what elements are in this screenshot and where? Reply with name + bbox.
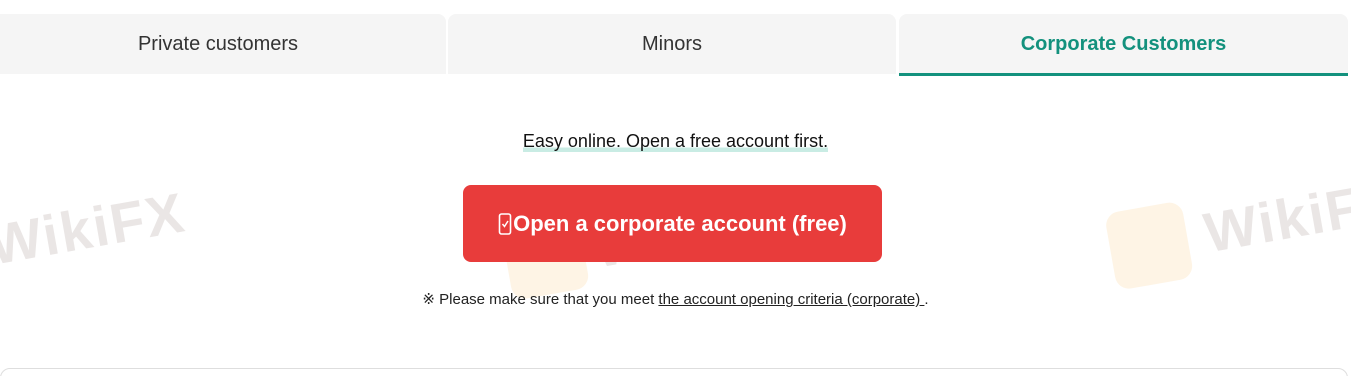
headline: Easy online. Open a free account first. <box>0 131 1351 152</box>
open-corporate-account-button[interactable]: Open a corporate account (free) <box>463 185 882 262</box>
tab-minors[interactable]: Minors <box>448 14 896 74</box>
tab-label: Corporate Customers <box>1020 32 1227 55</box>
watermark-logo-icon <box>1104 200 1195 291</box>
tab-label: Private customers <box>137 32 299 55</box>
criteria-note: ※ Please make sure that you meet the acc… <box>0 290 1351 308</box>
watermark-left: WikiFX <box>0 179 190 277</box>
note-prefix: ※ Please make sure that you meet <box>422 291 659 308</box>
tab-corporate-customers[interactable]: Corporate Customers <box>899 14 1348 74</box>
headline-text: Easy online. Open a free account first. <box>522 131 829 152</box>
next-section-card <box>0 368 1348 376</box>
active-tab-indicator <box>899 73 1348 76</box>
note-suffix: . <box>924 291 929 308</box>
account-criteria-link[interactable]: the account opening criteria (corporate) <box>658 291 924 308</box>
smartphone-icon <box>498 212 512 235</box>
watermark-text: WikiFX <box>1199 167 1351 265</box>
tab-label: Minors <box>641 32 702 55</box>
customer-type-tabs: Private customers Minors Corporate Custo… <box>0 14 1351 77</box>
tab-private-customers[interactable]: Private customers <box>0 14 446 74</box>
cta-label: Open a corporate account (free) <box>513 210 847 236</box>
watermark-text: WikiFX <box>0 180 191 277</box>
